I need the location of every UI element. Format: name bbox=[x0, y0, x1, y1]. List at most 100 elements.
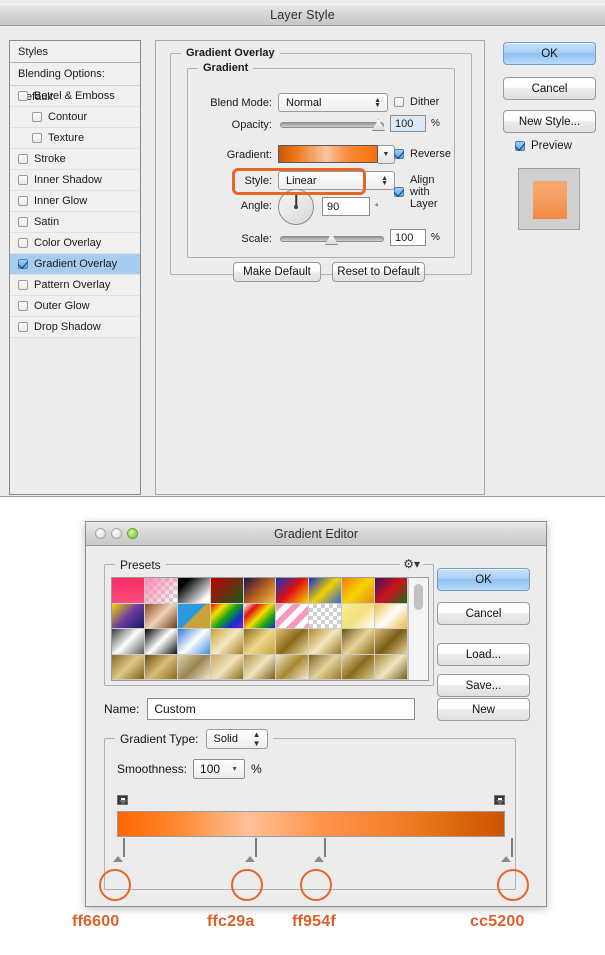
preset-swatch[interactable] bbox=[276, 629, 310, 655]
checkbox-icon[interactable] bbox=[18, 238, 28, 248]
preset-swatch[interactable] bbox=[375, 654, 408, 680]
checkbox-icon[interactable] bbox=[18, 217, 28, 227]
new-style-button[interactable]: New Style... bbox=[503, 110, 596, 133]
reverse-row[interactable]: Reverse bbox=[394, 148, 451, 160]
preset-swatch[interactable] bbox=[375, 603, 408, 629]
preset-swatch[interactable] bbox=[144, 603, 178, 629]
opacity-slider[interactable] bbox=[280, 119, 385, 131]
ge-cancel-button[interactable]: Cancel bbox=[437, 602, 530, 625]
sidebar-item-texture[interactable]: Texture bbox=[10, 128, 140, 149]
scrollbar-thumb[interactable] bbox=[414, 584, 423, 610]
presets-well[interactable] bbox=[111, 577, 429, 681]
new-button[interactable]: New bbox=[437, 698, 530, 721]
color-stop-2[interactable] bbox=[243, 838, 257, 862]
gear-icon[interactable]: ⚙▾ bbox=[400, 557, 423, 571]
sidebar-item-outer-glow[interactable]: Outer Glow bbox=[10, 296, 140, 317]
make-default-button[interactable]: Make Default bbox=[233, 262, 321, 282]
preset-swatch[interactable] bbox=[210, 654, 244, 680]
save-button[interactable]: Save... bbox=[437, 674, 530, 697]
preset-swatch[interactable] bbox=[309, 603, 343, 629]
preview-row[interactable]: Preview bbox=[515, 140, 572, 152]
sidebar-item-gradient-overlay[interactable]: Gradient Overlay bbox=[10, 254, 140, 275]
preset-swatch[interactable] bbox=[112, 629, 145, 655]
sidebar-item-pattern-overlay[interactable]: Pattern Overlay bbox=[10, 275, 140, 296]
reverse-checkbox-icon[interactable] bbox=[394, 149, 404, 159]
scale-input[interactable]: 100 bbox=[390, 229, 426, 246]
preset-swatch[interactable] bbox=[177, 654, 211, 680]
opacity-stop-left[interactable] bbox=[117, 795, 128, 822]
align-with-layer-row[interactable]: Align with Layer bbox=[394, 174, 454, 210]
preview-checkbox-icon[interactable] bbox=[515, 141, 525, 151]
checkbox-icon[interactable] bbox=[18, 280, 28, 290]
checkbox-icon[interactable] bbox=[18, 196, 28, 206]
gradient-type-select[interactable]: Solid ▲ ▼ bbox=[205, 729, 268, 749]
preset-swatch[interactable] bbox=[342, 654, 376, 680]
ge-ok-button[interactable]: OK bbox=[437, 568, 530, 591]
preset-swatch[interactable] bbox=[210, 578, 244, 604]
sidebar-item-stroke[interactable]: Stroke bbox=[10, 149, 140, 170]
gradient-ramp[interactable] bbox=[117, 811, 505, 837]
sidebar-item-inner-glow[interactable]: Inner Glow bbox=[10, 191, 140, 212]
scale-slider-thumb[interactable] bbox=[325, 233, 338, 245]
preset-swatch[interactable] bbox=[243, 629, 277, 655]
smoothness-select[interactable]: 100 ▼ bbox=[193, 759, 246, 779]
checkbox-icon[interactable] bbox=[18, 322, 28, 332]
ok-button[interactable]: OK bbox=[503, 42, 596, 65]
sidebar-item-contour[interactable]: Contour bbox=[10, 107, 140, 128]
cancel-button[interactable]: Cancel bbox=[503, 77, 596, 100]
preset-swatch[interactable] bbox=[210, 603, 244, 629]
load-button[interactable]: Load... bbox=[437, 643, 530, 666]
dither-row[interactable]: Dither bbox=[394, 96, 439, 108]
preset-swatch[interactable] bbox=[144, 578, 178, 604]
preset-swatch[interactable] bbox=[112, 603, 145, 629]
color-stop-1[interactable] bbox=[111, 838, 125, 862]
checkbox-icon[interactable] bbox=[32, 112, 42, 122]
name-input[interactable]: Custom bbox=[147, 698, 416, 720]
preset-swatch[interactable] bbox=[309, 578, 343, 604]
preset-swatch[interactable] bbox=[243, 654, 277, 680]
blend-mode-select[interactable]: Normal ▲ ▼ bbox=[278, 93, 388, 112]
color-stop-3[interactable] bbox=[312, 838, 326, 862]
preset-swatch[interactable] bbox=[177, 578, 211, 604]
preset-swatch[interactable] bbox=[112, 654, 145, 680]
presets-grid[interactable] bbox=[112, 578, 408, 680]
checkbox-icon[interactable] bbox=[18, 301, 28, 311]
opacity-slider-thumb[interactable] bbox=[372, 119, 385, 131]
checkbox-icon[interactable] bbox=[18, 175, 28, 185]
sidebar-item-drop-shadow[interactable]: Drop Shadow bbox=[10, 317, 140, 338]
preset-swatch[interactable] bbox=[342, 578, 376, 604]
preset-swatch[interactable] bbox=[375, 629, 408, 655]
preset-swatch[interactable] bbox=[342, 629, 376, 655]
checkbox-icon[interactable] bbox=[32, 133, 42, 143]
sidebar-item-inner-shadow[interactable]: Inner Shadow bbox=[10, 170, 140, 191]
preset-swatch[interactable] bbox=[177, 629, 211, 655]
preset-swatch[interactable] bbox=[276, 578, 310, 604]
preset-swatch[interactable] bbox=[276, 654, 310, 680]
checkbox-checked-icon[interactable] bbox=[18, 259, 28, 269]
gradient-preview-swatch[interactable] bbox=[278, 145, 378, 163]
preset-swatch[interactable] bbox=[309, 654, 343, 680]
preset-swatch[interactable] bbox=[276, 603, 310, 629]
color-stop-4[interactable] bbox=[499, 838, 513, 862]
scale-slider[interactable] bbox=[280, 233, 384, 245]
presets-scrollbar[interactable] bbox=[408, 578, 428, 680]
opacity-stop-right[interactable] bbox=[494, 795, 505, 822]
opacity-input[interactable]: 100 bbox=[390, 115, 426, 132]
preset-swatch[interactable] bbox=[144, 629, 178, 655]
gradient-swatch-group[interactable]: ▼ bbox=[278, 145, 395, 164]
align-checkbox-icon[interactable] bbox=[394, 187, 404, 197]
preset-swatch[interactable] bbox=[112, 578, 145, 604]
preset-swatch[interactable] bbox=[309, 629, 343, 655]
preset-swatch[interactable] bbox=[375, 578, 408, 604]
dither-checkbox-icon[interactable] bbox=[394, 97, 404, 107]
angle-input[interactable]: 90 bbox=[322, 197, 370, 216]
sidebar-item-satin[interactable]: Satin bbox=[10, 212, 140, 233]
preset-swatch[interactable] bbox=[243, 578, 277, 604]
preset-swatch[interactable] bbox=[144, 654, 178, 680]
preset-swatch[interactable] bbox=[243, 603, 277, 629]
checkbox-icon[interactable] bbox=[18, 91, 28, 101]
preset-swatch[interactable] bbox=[177, 603, 211, 629]
checkbox-icon[interactable] bbox=[18, 154, 28, 164]
reset-to-default-button[interactable]: Reset to Default bbox=[332, 262, 425, 282]
preset-swatch[interactable] bbox=[210, 629, 244, 655]
